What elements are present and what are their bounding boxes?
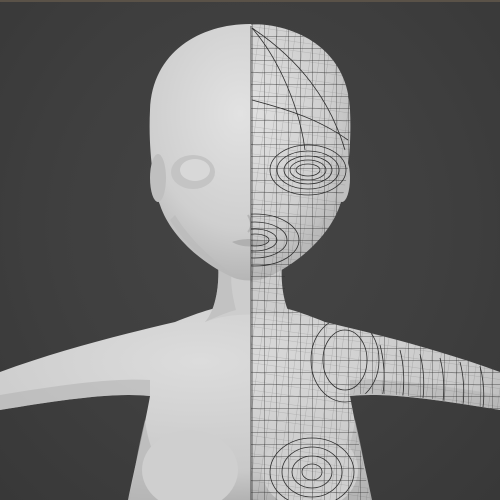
3d-viewport[interactable] bbox=[0, 0, 500, 500]
model-render bbox=[0, 24, 500, 500]
